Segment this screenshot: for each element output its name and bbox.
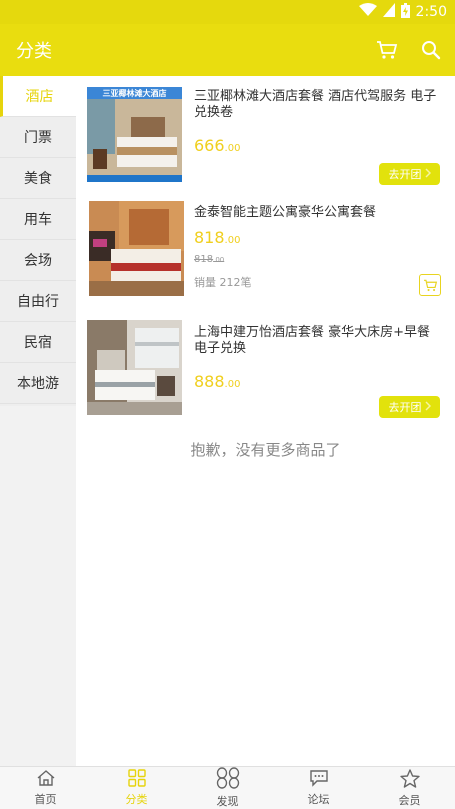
- bottom-tab-bar: 首页 分类 发现 论坛 会员: [0, 766, 455, 809]
- home-icon: [36, 769, 56, 790]
- chevron-right-icon: [424, 400, 431, 414]
- tab-label: 会员: [398, 793, 421, 807]
- tab-category[interactable]: 分类: [91, 767, 182, 809]
- sidebar-item-homestay[interactable]: 民宿: [0, 322, 76, 363]
- discover-icon: [216, 767, 240, 792]
- no-more-message: 抱歉，没有更多商品了: [190, 441, 341, 459]
- star-icon: [399, 768, 420, 791]
- wifi-icon: [358, 3, 377, 21]
- product-name: 上海中建万怡酒店套餐 豪华大床房+早餐 电子兑换: [194, 325, 431, 356]
- tab-home[interactable]: 首页: [0, 767, 91, 809]
- status-time: 2:50: [415, 4, 447, 20]
- product-image[interactable]: 三亚椰林滩大酒店: [87, 87, 182, 182]
- sidebar-item-label: 门票: [24, 130, 52, 146]
- tab-label: 分类: [125, 793, 148, 806]
- battery-icon: [400, 2, 410, 22]
- sidebar-item-food[interactable]: 美食: [0, 158, 76, 199]
- tab-label: 发现: [216, 795, 239, 808]
- status-bar: 2:50: [0, 0, 455, 24]
- sidebar-item-label: 自由行: [17, 294, 59, 310]
- page-title: 分类: [16, 41, 52, 62]
- add-to-cart-button[interactable]: [419, 274, 441, 296]
- sidebar-background: [0, 406, 76, 766]
- product-price: 666.00: [194, 136, 241, 155]
- product-image[interactable]: [89, 201, 184, 296]
- tab-label: 论坛: [307, 793, 330, 806]
- sales-count: 销量 212笔: [194, 276, 252, 289]
- sidebar-item-venue[interactable]: 会场: [0, 240, 76, 281]
- cart-icon[interactable]: [365, 24, 409, 76]
- sidebar-item-label: 本地游: [17, 376, 59, 392]
- category-sidebar: 酒店 门票 美食 用车 会场 自由行 民宿 本地游: [0, 76, 76, 766]
- search-icon[interactable]: [409, 24, 453, 76]
- sidebar-item-label: 用车: [24, 212, 52, 228]
- product-name: 三亚椰林滩大酒店套餐 酒店代驾服务 电子兑换卷: [194, 89, 437, 120]
- sidebar-item-label: 会场: [24, 253, 52, 269]
- app-header: 分类: [0, 24, 455, 76]
- group-buy-button[interactable]: 去开团: [379, 163, 440, 185]
- sidebar-item-label: 美食: [24, 171, 52, 187]
- grid-icon: [127, 769, 146, 790]
- tab-member[interactable]: 会员: [364, 767, 455, 809]
- original-price: 818.00: [194, 254, 225, 265]
- tab-discover[interactable]: 发现: [182, 767, 273, 809]
- cart-icon: [423, 279, 437, 291]
- product-image-caption: 三亚椰林滩大酒店: [102, 89, 167, 98]
- tab-label: 首页: [34, 793, 57, 806]
- forum-icon: [309, 769, 329, 790]
- sidebar-item-free-travel[interactable]: 自由行: [0, 281, 76, 322]
- tab-forum[interactable]: 论坛: [273, 767, 364, 809]
- product-price: 888.00: [194, 372, 241, 391]
- sidebar-item-hotel[interactable]: 酒店: [0, 76, 76, 117]
- sidebar-item-local-tour[interactable]: 本地游: [0, 363, 76, 404]
- product-card[interactable]: 金泰智能主题公寓豪华公寓套餐 818.00 818.00 销量 212笔: [76, 194, 455, 312]
- sidebar-item-label: 民宿: [24, 335, 52, 351]
- sidebar-item-tickets[interactable]: 门票: [0, 117, 76, 158]
- product-name: 金泰智能主题公寓豪华公寓套餐: [194, 205, 377, 220]
- group-buy-button[interactable]: 去开团: [379, 396, 440, 418]
- sidebar-item-label: 酒店: [25, 89, 54, 105]
- chevron-right-icon: [424, 167, 431, 181]
- signal-icon: [382, 3, 395, 21]
- product-card[interactable]: 三亚椰林滩大酒店 三亚椰林滩大酒店套餐 酒店代驾服务 电子兑换卷 666.00 …: [76, 76, 455, 194]
- sidebar-item-car[interactable]: 用车: [0, 199, 76, 240]
- product-price: 818.00: [194, 228, 241, 247]
- product-image[interactable]: [87, 320, 182, 415]
- product-card[interactable]: 上海中建万怡酒店套餐 豪华大床房+早餐 电子兑换 888.00 去开团: [76, 312, 455, 430]
- product-list: 三亚椰林滩大酒店 三亚椰林滩大酒店套餐 酒店代驾服务 电子兑换卷 666.00 …: [76, 76, 455, 766]
